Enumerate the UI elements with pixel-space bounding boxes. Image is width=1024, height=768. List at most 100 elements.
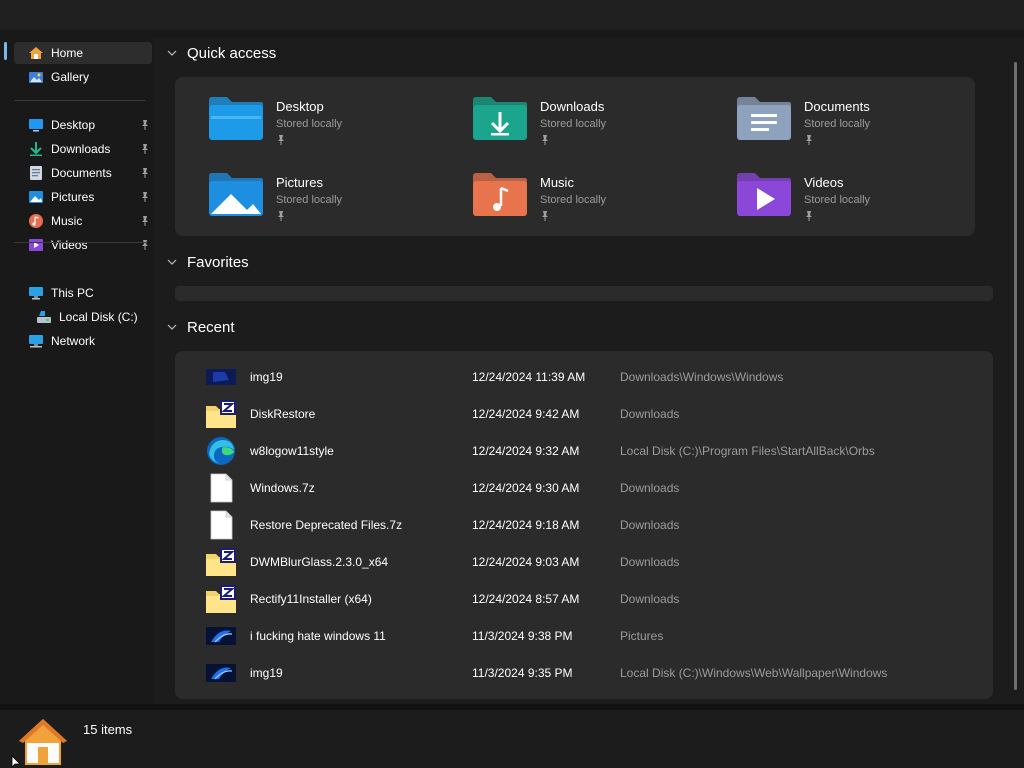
sidebar-item-label: Music (51, 214, 83, 228)
pin-icon (542, 135, 548, 145)
pin-icon[interactable] (140, 167, 150, 179)
recent-file-row[interactable]: w8logow11style 12/24/2024 9:32 AM Local Di… (175, 432, 993, 469)
file-icon (210, 473, 233, 503)
mouse-cursor-icon (11, 755, 21, 768)
sidebar-item-gallery[interactable]: Gallery (14, 66, 152, 88)
sidebar-item-label: Videos (51, 238, 88, 252)
pin-icon[interactable] (140, 191, 150, 203)
recent-file-row[interactable]: img19 12/24/2024 11:39 AM Downloads\Window… (175, 358, 993, 395)
file-location: Downloads (620, 518, 680, 532)
folder-status: Stored locally (540, 118, 607, 130)
pin-icon[interactable] (140, 215, 150, 227)
sidebar-item-pictures[interactable]: Pictures (14, 186, 152, 208)
sidebar-item-label: Pictures (51, 190, 95, 204)
file-location: Local Disk (C:)\Program Files\StartAllBa… (620, 444, 875, 458)
this-pc-icon (29, 287, 43, 300)
file-location: Downloads (620, 592, 680, 606)
music-icon (29, 214, 43, 228)
sidebar-item-network[interactable]: Network (14, 330, 152, 352)
file-location: Downloads\Windows\Windows (620, 370, 784, 384)
navigation-pane: Home Gallery Desktop Downloads Documents Pict… (0, 38, 154, 704)
sidebar-item-downloads[interactable]: Downloads (14, 138, 152, 160)
file-name: w8logow11style (250, 444, 334, 458)
quick-access-downloads[interactable]: Downloads Stored locally (459, 94, 699, 150)
recent-file-row[interactable]: Restore Deprecated Files.7z 12/24/2024 9:… (175, 506, 993, 543)
sidebar-item-label: Desktop (51, 118, 96, 132)
sidebar-item-this-pc[interactable]: This PC (14, 282, 152, 304)
sidebar-item-label: Local Disk (C:) (59, 310, 138, 324)
date-accessed: 11/3/2024 9:38 PM (472, 629, 573, 643)
sidebar-item-music[interactable]: Music (14, 210, 152, 232)
music-folder-icon (473, 173, 527, 216)
folder-name: Downloads (540, 99, 605, 114)
chevron-down-icon (167, 259, 177, 265)
vertical-scrollbar[interactable] (1014, 62, 1017, 690)
recent-file-row[interactable]: Rectify11Installer (x64) 12/24/2024 8:57 … (175, 580, 993, 617)
file-name: i fucking hate windows 11 (250, 629, 386, 643)
sidebar-item-local-disk-c[interactable]: Local Disk (C:) (14, 306, 152, 328)
title-bar (0, 0, 1024, 31)
favorites-header[interactable]: Favorites (166, 252, 249, 272)
folder-name: Music (540, 175, 574, 190)
folder-status: Stored locally (804, 194, 871, 206)
file-name: img19 (250, 666, 283, 680)
pin-icon (542, 211, 548, 221)
quick-access-documents[interactable]: Documents Stored locally (723, 94, 963, 150)
file-name: DWMBlurGlass.2.3.0_x64 (250, 555, 389, 569)
recent-file-row[interactable]: DiskRestore 12/24/2024 9:42 AM Downloads (175, 395, 993, 432)
videos-folder-icon (737, 173, 791, 216)
sidebar-divider (14, 100, 146, 101)
recent-file-row[interactable]: DWMBlurGlass.2.3.0_x64 12/24/2024 9:03 AM… (175, 543, 993, 580)
file-icon (210, 510, 233, 540)
favorites-panel (175, 286, 993, 301)
recent-header[interactable]: Recent (166, 317, 235, 337)
file-location: Downloads (620, 555, 680, 569)
recent-file-row[interactable]: i fucking hate windows 11 11/3/2024 9:38 … (175, 617, 993, 654)
sidebar-item-label: Network (51, 334, 96, 348)
documents-icon (30, 166, 42, 180)
sidebar-item-label: Home (51, 46, 84, 60)
sidebar-item-label: Gallery (51, 70, 90, 84)
folder-status: Stored locally (804, 118, 871, 130)
date-accessed: 12/24/2024 9:03 AM (472, 555, 580, 569)
documents-folder-icon (737, 97, 791, 140)
quick-access-music[interactable]: Music Stored locally (459, 170, 699, 226)
quick-access-desktop[interactable]: Desktop Stored locally (195, 94, 435, 150)
sidebar-item-desktop[interactable]: Desktop (14, 114, 152, 136)
file-name: Restore Deprecated Files.7z (250, 518, 403, 532)
pin-icon[interactable] (140, 119, 150, 131)
content-area: Quick access Desktop Stored locally Downlo… (156, 38, 1016, 704)
pin-icon[interactable] (140, 239, 150, 251)
folder-name: Videos (804, 175, 844, 190)
zip-folder-icon (206, 548, 236, 576)
sidebar-item-documents[interactable]: Documents (14, 162, 152, 184)
recent-files-list: img19 12/24/2024 11:39 AM Downloads\Window… (175, 351, 993, 699)
downloads-folder-icon (473, 97, 527, 140)
quick-access-title: Quick access (187, 44, 277, 62)
pin-icon[interactable] (140, 143, 150, 155)
file-name: DiskRestore (250, 407, 316, 421)
recent-file-row[interactable]: img19 11/3/2024 9:35 PM Local Disk (C:)\Wi… (175, 654, 993, 691)
date-accessed: 12/24/2024 9:18 AM (472, 518, 580, 532)
edge-icon (207, 437, 235, 465)
date-accessed: 12/24/2024 11:39 AM (472, 370, 586, 384)
pin-icon (278, 211, 284, 221)
folder-status: Stored locally (540, 194, 607, 206)
quick-access-pictures[interactable]: Pictures Stored locally (195, 170, 435, 226)
file-location: Downloads (620, 407, 680, 421)
home-icon (19, 719, 67, 765)
quick-access-header[interactable]: Quick access (166, 43, 276, 63)
recent-title: Recent (187, 318, 235, 336)
date-accessed: 12/24/2024 9:42 AM (472, 407, 580, 421)
file-location: Pictures (620, 629, 664, 643)
pin-icon (806, 135, 812, 145)
sidebar-item-home[interactable]: Home (14, 42, 152, 64)
recent-file-row[interactable]: Windows.7z 12/24/2024 9:30 AM Downloads (175, 469, 993, 506)
zip-folder-icon (206, 585, 236, 613)
quick-access-videos[interactable]: Videos Stored locally (723, 170, 963, 226)
sidebar-item-videos[interactable]: Videos (14, 234, 152, 256)
file-location: Downloads (620, 481, 680, 495)
wallpaper-thumbnail-icon (206, 627, 236, 645)
file-name: Windows.7z (250, 481, 315, 495)
file-location: Local Disk (C:)\Windows\Web\Wallpaper\Wi… (620, 666, 888, 680)
